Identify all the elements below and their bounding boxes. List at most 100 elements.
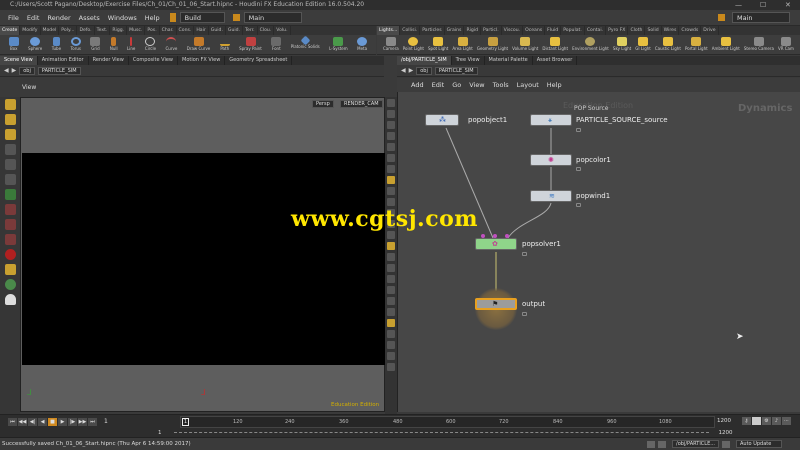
timeline-track[interactable]: 1 120 240 360 480 600 720 840 960 1080 (180, 416, 715, 428)
net-menu-edit[interactable]: Edit (428, 77, 449, 93)
line-tool[interactable]: Line (127, 35, 135, 55)
draw-curve-tool[interactable]: Draw Curve (187, 35, 210, 55)
display-option-icon[interactable] (387, 198, 395, 206)
display-option-icon[interactable] (387, 264, 395, 272)
l-system-tool[interactable]: L-System (329, 35, 348, 55)
portal-light-tool[interactable]: Portal Light (685, 35, 708, 55)
point-light-tool[interactable]: Point Light (403, 35, 424, 55)
display-option-icon[interactable] (387, 165, 395, 173)
tab-motion-fx-view[interactable]: Motion FX View (178, 56, 226, 65)
path-tool[interactable]: Path (219, 35, 230, 55)
geometry-light-tool[interactable]: Geometry Light (477, 35, 508, 55)
area-light-tool[interactable]: Area Light (452, 35, 473, 55)
distant-light-tool[interactable]: Distant Light (542, 35, 568, 55)
gi-light-tool[interactable]: GI Light (635, 35, 651, 55)
play-reverse-button[interactable]: ◀ (38, 417, 47, 426)
auto-update-menu[interactable]: Auto Update (736, 440, 782, 448)
net-menu-layout[interactable]: Layout (513, 77, 543, 93)
minimize-button[interactable]: — (735, 0, 742, 10)
path-obj[interactable]: obj (19, 66, 35, 75)
tab-network[interactable]: /obj/PARTICLE_SIM (397, 56, 452, 65)
display-option-icon[interactable] (387, 341, 395, 349)
ambient-light-tool[interactable]: Ambient Light (712, 35, 740, 55)
meta-tool[interactable]: Meta (357, 35, 368, 55)
menu-windows[interactable]: Windows (104, 10, 141, 26)
spot-light-tool[interactable]: Spot Light (428, 35, 448, 55)
forward-arrow-icon[interactable]: ▶ (12, 67, 17, 74)
move-tool-icon[interactable] (4, 114, 16, 125)
environment-light-tool[interactable]: Environment Light (572, 35, 609, 55)
display-option-icon[interactable] (387, 330, 395, 338)
path-obj[interactable]: obj (416, 66, 432, 75)
step-forward-button[interactable]: |▶ (68, 417, 77, 426)
path-particle-sim[interactable]: PARTICLE_SIM (37, 66, 81, 75)
tab-animation-editor[interactable]: Animation Editor (38, 56, 89, 65)
platonic-solids-tool[interactable]: Platonic Solids (291, 35, 320, 55)
next-key-button[interactable]: ▶▶ (78, 417, 87, 426)
highlight-option-icon[interactable] (387, 319, 395, 327)
node-popsolver1[interactable]: ✿ (475, 238, 517, 250)
font-tool[interactable]: Font (271, 35, 282, 55)
menu-help[interactable]: Help (141, 10, 164, 26)
display-option-icon[interactable] (387, 297, 395, 305)
back-arrow-icon[interactable]: ◀ (401, 67, 406, 74)
sphere-tool[interactable]: Sphere (28, 35, 42, 55)
snap-active-icon[interactable] (4, 264, 16, 275)
select-tool-icon[interactable] (4, 99, 16, 110)
realtime-icon[interactable] (752, 417, 761, 425)
step-back-button[interactable]: ◀| (28, 417, 37, 426)
menu-render[interactable]: Render (43, 10, 74, 26)
forward-arrow-icon[interactable]: ▶ (409, 67, 414, 74)
display-option-icon[interactable] (387, 363, 395, 371)
tab-asset-browser[interactable]: Asset Browser (533, 56, 578, 65)
current-frame-marker[interactable]: 1 (182, 418, 189, 426)
main-desk-select[interactable]: Main (243, 12, 302, 23)
view-tool-icon[interactable] (4, 159, 16, 170)
box-tool[interactable]: Box (8, 35, 19, 55)
go-start-button[interactable]: ⏮ (8, 417, 17, 426)
tab-render-view[interactable]: Render View (89, 56, 129, 65)
audio-icon[interactable]: ♪ (772, 417, 781, 425)
camera-menu[interactable]: RENDER_CAM (340, 100, 383, 108)
display-option-icon[interactable] (387, 253, 395, 261)
tab-geometry-spreadsheet[interactable]: Geometry Spreadsheet (225, 56, 293, 65)
options-icon[interactable]: ⋯ (782, 417, 791, 425)
display-option-icon[interactable] (387, 286, 395, 294)
null-tool[interactable]: Null (110, 35, 118, 55)
net-menu-go[interactable]: Go (448, 77, 465, 93)
net-menu-add[interactable]: Add (407, 77, 428, 93)
main-desk-select-right[interactable]: Main (732, 12, 790, 23)
spray-paint-tool[interactable]: Spray Paint (239, 35, 262, 55)
build-desk-select[interactable]: Build (179, 12, 225, 23)
network-editor[interactable]: Dynamics Education Edition ⁂ popobject1 … (397, 92, 800, 412)
status-path[interactable]: /obj/PARTICLE... (672, 440, 719, 448)
net-menu-help[interactable]: Help (543, 77, 566, 93)
end-frame-field[interactable]: 1200 (717, 418, 731, 424)
display-option-icon[interactable] (387, 275, 395, 283)
arrow-tool-icon[interactable] (4, 144, 16, 155)
highlight-option-icon[interactable] (387, 242, 395, 250)
highlight-option-icon[interactable] (387, 176, 395, 184)
display-option-icon[interactable] (387, 99, 395, 107)
display-option-icon[interactable] (387, 187, 395, 195)
display-option-icon[interactable] (387, 132, 395, 140)
snap-grid-icon[interactable] (4, 234, 16, 245)
range-start-field[interactable]: 1 (158, 430, 162, 436)
tab-tree-view[interactable]: Tree View (452, 56, 485, 65)
camera-tool[interactable]: Camera (383, 35, 399, 55)
persp-menu[interactable]: Persp (312, 100, 334, 108)
node-popobject1[interactable]: ⁂ (425, 114, 459, 126)
vr-camera-tool[interactable]: VR Cam (778, 35, 794, 55)
settings-icon[interactable]: ⚙ (762, 417, 771, 425)
back-arrow-icon[interactable]: ◀ (4, 67, 9, 74)
display-option-icon[interactable] (387, 231, 395, 239)
caustic-light-tool[interactable]: Caustic Light (655, 35, 681, 55)
rotate-tool-icon[interactable] (4, 129, 16, 140)
key-icon[interactable]: ⚷ (742, 417, 751, 425)
range-end-field[interactable]: 1200 (719, 430, 733, 436)
magnet-icon[interactable] (4, 249, 16, 260)
tab-composite-view[interactable]: Composite View (129, 56, 178, 65)
display-option-icon[interactable] (387, 308, 395, 316)
current-frame-field[interactable]: 1 (104, 418, 108, 425)
input-connector[interactable] (493, 234, 497, 238)
